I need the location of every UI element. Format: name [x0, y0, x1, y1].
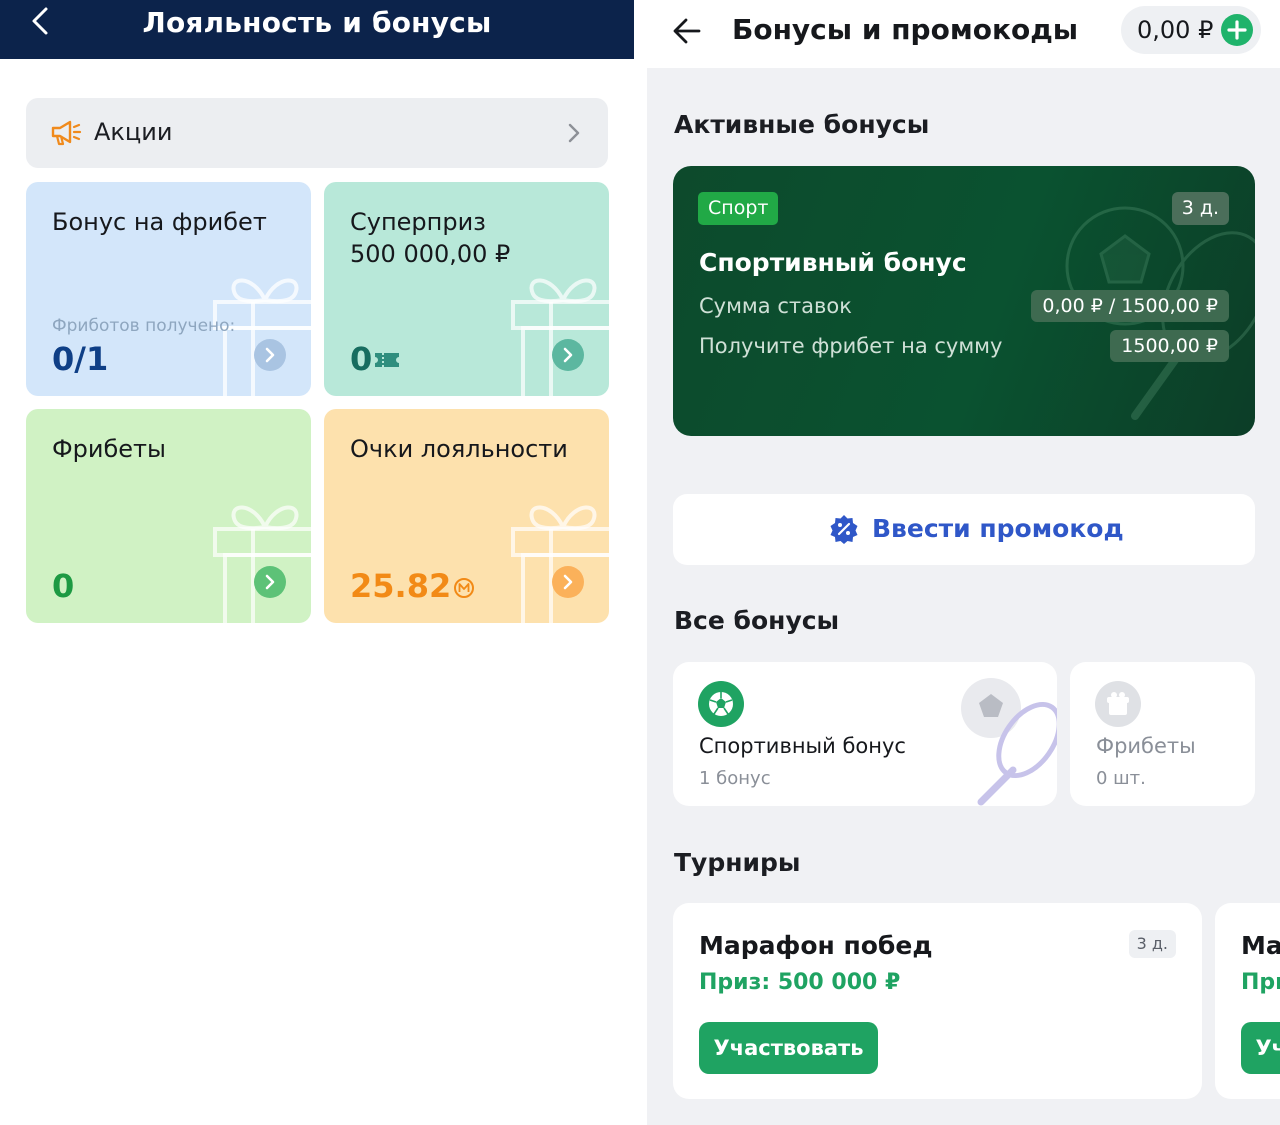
promotions-label: Акции [94, 118, 173, 146]
arrow-left-icon[interactable] [671, 16, 703, 46]
tile-title: Очки лояльности [350, 435, 568, 463]
all-bonuses-heading: Все бонусы [674, 606, 840, 635]
bonuses-screen: Бонусы и промокоды 0,00 ₽ Активные бонус… [647, 0, 1280, 1125]
chevron-right-icon[interactable] [552, 566, 584, 598]
loyalty-points-tile[interactable]: Очки лояльности 25.82 [324, 409, 609, 623]
page-title: Бонусы и промокоды [732, 13, 1079, 46]
participate-button[interactable]: Участвовать [1241, 1022, 1280, 1074]
freebets-bonus-card[interactable]: Фрибеты 0 шт. [1070, 662, 1255, 806]
enter-promocode-button[interactable]: Ввести промокод [673, 494, 1255, 565]
bonus-count: 0 шт. [1096, 768, 1146, 789]
chevron-right-icon[interactable] [254, 339, 286, 371]
percent-badge-icon [829, 514, 859, 544]
tournament-card[interactable]: Марафон побед Приз: 500 000 ₽ 3 д. Участ… [673, 903, 1202, 1099]
bonuses-header: Бонусы и промокоды 0,00 ₽ [647, 0, 1280, 68]
bets-sum-label: Сумма ставок [699, 294, 852, 318]
freebet-amount-label: Получите фрибет на сумму [699, 334, 1003, 358]
tournament-card[interactable]: Марафон побед Приз: 500 000 ₽ Участвоват… [1215, 903, 1280, 1099]
bonus-name: Фрибеты [1096, 734, 1196, 758]
freebets-received-value: 0/1 [52, 340, 109, 378]
superprize-value-row: 0 [350, 340, 400, 378]
active-bonuses-heading: Активные бонусы [674, 110, 930, 139]
promotions-row[interactable]: Акции [26, 98, 608, 168]
tournament-name: Марафон побед [1241, 931, 1280, 960]
bets-sum-value: 0,00 ₽ / 1500,00 ₽ [1031, 290, 1229, 322]
tournament-prize: Приз: 500 000 ₽ [699, 970, 901, 995]
plus-icon[interactable] [1221, 14, 1253, 46]
loyalty-points-row: 25.82 [350, 567, 475, 607]
balance-pill[interactable]: 0,00 ₽ [1121, 6, 1261, 54]
ticket-icon [374, 340, 400, 378]
superprize-title: Суперприз [350, 208, 486, 236]
chevron-right-icon [566, 121, 582, 145]
tournaments-heading: Турниры [674, 848, 801, 877]
coin-m-icon [453, 569, 475, 607]
days-left-badge: 3 д. [1171, 192, 1229, 225]
gift-icon [511, 491, 609, 623]
tile-title: Фрибеты [52, 435, 166, 463]
gift-icon [213, 491, 311, 623]
tournament-days-badge: 3 д. [1128, 930, 1176, 958]
page-title: Лояльность и бонусы [142, 6, 492, 39]
loyalty-header: Лояльность и бонусы [0, 0, 634, 59]
bonus-name: Спортивный бонус [699, 734, 906, 758]
freebets-received-label: Фриботов получено: [52, 316, 236, 336]
chevron-right-icon[interactable] [254, 566, 286, 598]
superprize-tickets-value: 0 [350, 340, 373, 378]
sport-bonus-card[interactable]: Спортивный бонус 1 бонус [673, 662, 1057, 806]
freebets-tile[interactable]: Фрибеты 0 [26, 409, 311, 623]
tournament-prize: Приз: 500 000 ₽ [1241, 970, 1280, 995]
gift-icon [1095, 681, 1141, 727]
superprize-tile[interactable]: Суперприз 500 000,00 ₽ 0 [324, 182, 609, 396]
freebets-value: 0 [52, 567, 75, 605]
superprize-amount: 500 000,00 ₽ [350, 240, 511, 268]
tile-title: Суперприз 500 000,00 ₽ [350, 206, 510, 270]
tile-title: Бонус на фрибет [52, 208, 267, 236]
participate-button[interactable]: Участвовать [699, 1022, 878, 1074]
balance-value: 0,00 ₽ [1137, 16, 1214, 44]
enter-promocode-label: Ввести промокод [872, 514, 1124, 543]
sport-badge: Спорт [698, 192, 779, 225]
loyalty-screen: Лояльность и бонусы Акции Бонус на фрибе… [0, 0, 647, 1125]
ball-and-racket-icon [951, 674, 1057, 806]
megaphone-icon [50, 118, 82, 148]
active-bonus-title: Спортивный бонус [699, 248, 967, 277]
gift-icon [511, 264, 609, 396]
freebet-amount-value: 1500,00 ₽ [1110, 330, 1229, 362]
tournament-name: Марафон побед [699, 931, 933, 960]
bonus-count: 1 бонус [699, 768, 771, 789]
soccer-ball-icon [698, 681, 744, 727]
freebet-bonus-tile[interactable]: Бонус на фрибет Фриботов получено: 0/1 [26, 182, 311, 396]
loyalty-points-value: 25.82 [350, 567, 452, 605]
chevron-right-icon[interactable] [552, 339, 584, 371]
active-bonus-card[interactable]: Спорт 3 д. Спортивный бонус Сумма ставок… [673, 166, 1255, 436]
